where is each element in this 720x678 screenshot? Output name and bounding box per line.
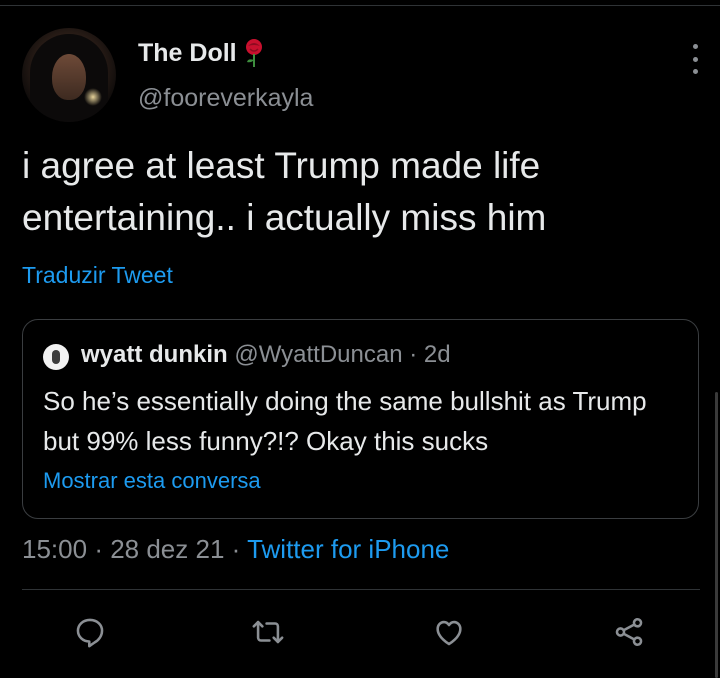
scrollbar[interactable] xyxy=(715,392,718,678)
quoted-tweet-text: So he’s essentially doing the same bulls… xyxy=(43,386,647,456)
tweet-time: 15:00 xyxy=(22,534,88,564)
share-icon[interactable] xyxy=(609,612,649,652)
meta-separator: · xyxy=(94,534,111,564)
more-icon[interactable] xyxy=(688,44,702,74)
author-handle[interactable]: @fooreverkayla xyxy=(138,84,313,113)
tweet-date: 28 dez 21 xyxy=(110,534,225,564)
tweet-meta: 15:00 · 28 dez 21 · Twitter for iPhone xyxy=(22,534,449,565)
retweet-icon[interactable] xyxy=(248,612,288,652)
tweet-text: i agree at least Trump made life enterta… xyxy=(22,145,547,238)
quoted-tweet-header: wyatt dunkin @WyattDuncan · 2d xyxy=(81,341,451,369)
quoted-tweet-age: 2d xyxy=(423,341,451,368)
translate-tweet-link[interactable]: Traduzir Tweet xyxy=(22,262,173,289)
tweet-header: The Doll @fooreverkayla xyxy=(22,28,702,124)
quoted-separator: · xyxy=(409,341,418,368)
quoted-author-handle: @WyattDuncan xyxy=(234,341,403,368)
author-avatar[interactable] xyxy=(22,28,116,122)
show-thread-link[interactable]: Mostrar esta conversa xyxy=(43,468,261,494)
actions-divider xyxy=(22,589,700,590)
quoted-author-avatar xyxy=(43,344,69,370)
quoted-author-name: wyatt dunkin xyxy=(81,341,228,368)
rose-icon xyxy=(241,38,267,68)
reply-icon[interactable] xyxy=(70,612,110,652)
like-icon[interactable] xyxy=(429,612,469,652)
meta-separator: · xyxy=(231,534,248,564)
author-name[interactable]: The Doll xyxy=(138,39,237,68)
quoted-tweet[interactable]: wyatt dunkin @WyattDuncan · 2d So he’s e… xyxy=(22,319,699,519)
author-name-row[interactable]: The Doll xyxy=(138,38,267,68)
tweet-source[interactable]: Twitter for iPhone xyxy=(247,534,449,564)
top-divider xyxy=(0,5,720,6)
action-bar xyxy=(22,604,700,660)
